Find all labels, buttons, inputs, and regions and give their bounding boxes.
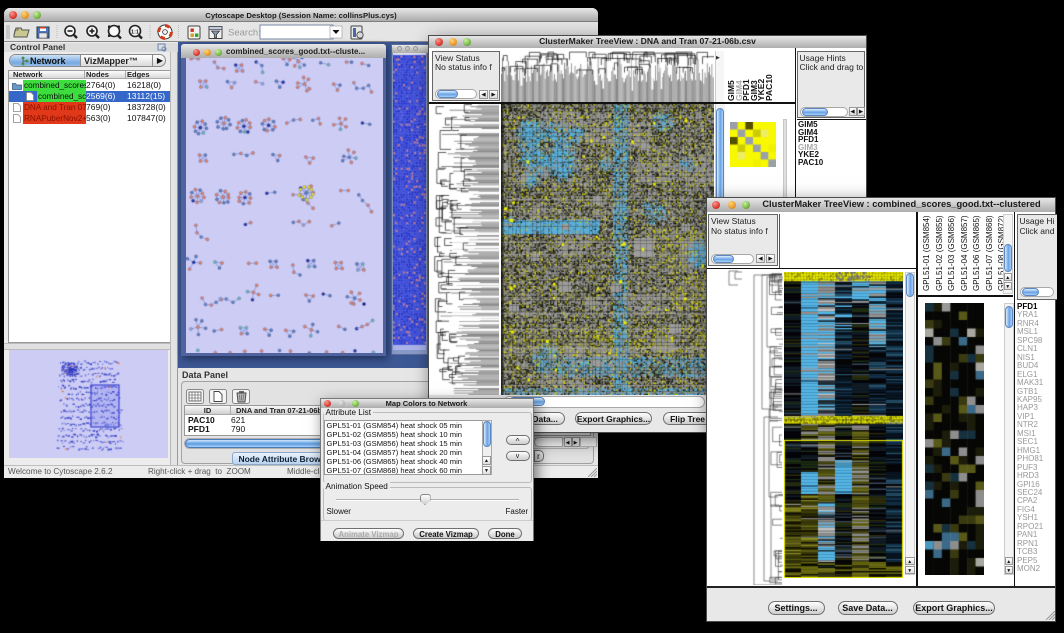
svg-text:1:1: 1:1 — [131, 30, 139, 36]
svg-text:Search:: Search: — [228, 28, 261, 39]
